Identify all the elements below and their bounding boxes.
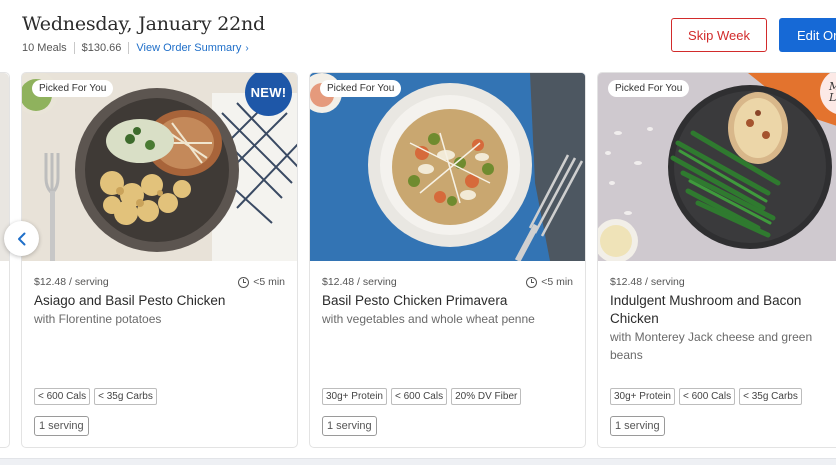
meal-card-partial[interactable] [0, 72, 10, 448]
view-order-summary-link[interactable]: View Order Summary [136, 42, 241, 54]
nutrition-tags: 30g+ Protein < 600 Cals 20% DV Fiber [322, 388, 522, 405]
picked-for-you-pill: Picked For You [320, 80, 402, 97]
meal-image: Picked For You [310, 73, 585, 261]
meal-card[interactable]: Picked For You ML $12.48 / serving Indul… [597, 72, 836, 448]
serving-selector[interactable]: 1 serving [34, 416, 89, 436]
serving-selector[interactable]: 1 serving [322, 416, 377, 436]
nutrition-tag: 30g+ Protein [322, 388, 387, 405]
nutrition-tag: < 600 Cals [34, 388, 91, 405]
nutrition-tags: 30g+ Protein < 600 Cals < 35g Carbs [610, 388, 802, 405]
clock-icon [238, 276, 250, 288]
nutrition-tag: < 600 Cals [391, 388, 448, 405]
prep-time: <5 min [238, 276, 285, 288]
meal-title[interactable]: Indulgent Mushroom and Bacon Chicken [610, 292, 836, 328]
meal-title-line: Chicken [610, 311, 659, 326]
meal-image: Picked For You ML [598, 73, 836, 261]
prep-time-label: <5 min [541, 276, 573, 288]
page-title: Wednesday, January 22nd [22, 13, 265, 35]
nutrition-tag: < 35g Carbs [94, 388, 157, 405]
meal-subtitle: with vegetables and whole wheat penne [322, 312, 535, 326]
nutrition-tag: 20% DV Fiber [451, 388, 522, 405]
nutrition-tag: < 35g Carbs [739, 388, 802, 405]
meal-title[interactable]: Asiago and Basil Pesto Chicken [34, 292, 290, 310]
skip-week-button[interactable]: Skip Week [671, 18, 767, 52]
price: $12.48 / serving [322, 276, 397, 288]
chevron-left-icon [17, 232, 25, 245]
nutrition-tag: < 600 Cals [679, 388, 736, 405]
nutrition-tags: < 600 Cals < 35g Carbs [34, 388, 157, 405]
order-meta: 10 Meals $130.66 View Order Summary › [22, 42, 249, 54]
picked-for-you-pill: Picked For You [32, 80, 114, 97]
meal-subtitle-line: with Monterey Jack cheese and green [610, 330, 813, 344]
chevron-right-icon: › [245, 42, 249, 54]
divider [128, 42, 130, 54]
meal-count: 10 Meals [22, 42, 67, 54]
prep-time: <5 min [526, 276, 573, 288]
page-footer-strip [0, 458, 836, 465]
meal-image: Picked For You NEW! [22, 73, 297, 261]
prep-time-label: <5 min [253, 276, 285, 288]
price: $12.48 / serving [610, 276, 685, 288]
nutrition-tag: 30g+ Protein [610, 388, 675, 405]
meal-subtitle: with Monterey Jack cheese and green bean… [610, 328, 836, 364]
divider [73, 42, 75, 54]
meal-card[interactable]: Picked For You $12.48 / serving <5 min B… [309, 72, 586, 448]
meal-title-line: Indulgent Mushroom and Bacon [610, 293, 802, 308]
serving-selector[interactable]: 1 serving [610, 416, 665, 436]
meal-subtitle: with Florentine potatoes [34, 312, 162, 326]
meal-carousel: Picked For You NEW! $12.48 / serving <5 … [0, 72, 836, 452]
meal-title[interactable]: Basil Pesto Chicken Primavera [322, 292, 578, 310]
price: $12.48 / serving [34, 276, 109, 288]
carousel-prev-button[interactable] [4, 221, 39, 256]
clock-icon [526, 276, 538, 288]
meal-card[interactable]: Picked For You NEW! $12.48 / serving <5 … [21, 72, 298, 448]
order-total: $130.66 [81, 42, 122, 54]
edit-order-button[interactable]: Edit Or [779, 18, 836, 52]
meal-subtitle-line: beans [610, 348, 643, 362]
picked-for-you-pill: Picked For You [608, 80, 690, 97]
badge-line: L [829, 91, 836, 104]
